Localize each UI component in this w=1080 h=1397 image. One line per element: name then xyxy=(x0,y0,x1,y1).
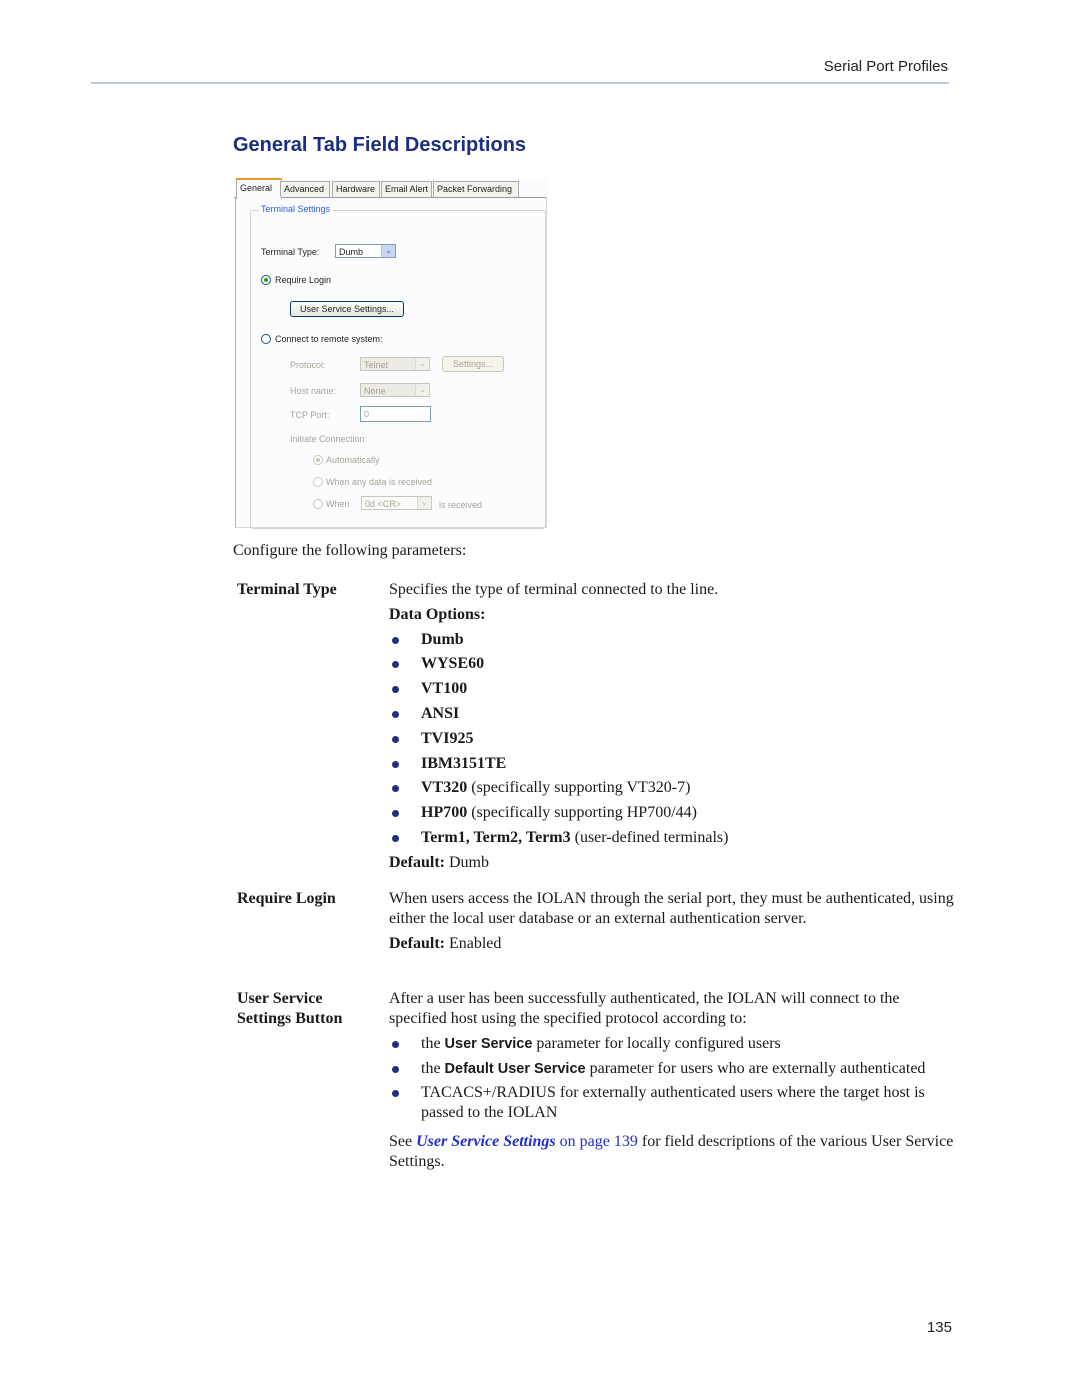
tab-pane: Terminal Settings Terminal Type: Dumb ⌄ … xyxy=(235,197,547,529)
list-item: VT100 xyxy=(389,679,954,699)
require-login-default: Default: Enabled xyxy=(389,934,502,952)
user-service-description: After a user has been successfully authe… xyxy=(389,989,954,1172)
user-service-list: the User Service parameter for locally c… xyxy=(389,1034,954,1124)
section-title: General Tab Field Descriptions xyxy=(233,134,527,156)
protocol-label: Protocol: xyxy=(290,360,326,370)
protocol-select[interactable]: Telnet ⌄ xyxy=(360,357,430,371)
list-item: Term1, Term2, Term3 (user-defined termin… xyxy=(389,828,954,848)
initiate-any-data-label: When any data is received xyxy=(326,477,433,487)
list-item: HP700 (specifically supporting HP700/44) xyxy=(389,803,954,823)
protocol-value: Telnet xyxy=(364,360,389,370)
when-char-value: 0d <CR> xyxy=(365,499,402,509)
connect-remote-label: Connect to remote system: xyxy=(275,334,383,344)
user-service-desc: After a user has been successfully authe… xyxy=(389,990,900,1027)
terminal-type-default: Default: Dumb xyxy=(389,853,489,871)
initiate-automatically-radio[interactable] xyxy=(313,455,323,465)
tab-general[interactable]: General xyxy=(236,178,282,199)
list-item: WYSE60 xyxy=(389,654,954,674)
terminal-type-desc: Specifies the type of terminal connected… xyxy=(389,581,719,598)
require-login-label: Require Login xyxy=(275,275,332,285)
tcp-port-input[interactable]: 0 xyxy=(360,406,431,422)
terminal-type-label: Terminal Type: xyxy=(261,247,320,257)
initiate-automatically-label: Automatically xyxy=(326,455,380,465)
connect-remote-radio[interactable] xyxy=(261,334,271,344)
is-received-label: is received xyxy=(439,500,483,510)
page-number: 135 xyxy=(926,1319,952,1336)
tab-advanced[interactable]: Advanced xyxy=(280,181,330,197)
list-item: Dumb xyxy=(389,630,954,650)
initiate-when-radio[interactable] xyxy=(313,499,323,509)
chevron-down-icon: ⌄ xyxy=(381,245,395,257)
list-item: TACACS+/RADIUS for externally authentica… xyxy=(389,1083,954,1123)
term-terminal-type: Terminal Type xyxy=(237,581,337,598)
initiate-when-label: When xyxy=(326,499,350,509)
term-user-service-settings-button: User Service Settings Button xyxy=(237,990,343,1027)
term-require-login: Require Login xyxy=(237,890,336,907)
chevron-down-icon: ⌄ xyxy=(415,358,429,370)
user-service-settings-link[interactable]: User Service Settings on page 139 xyxy=(416,1133,638,1150)
require-login-radio[interactable] xyxy=(261,275,271,285)
host-name-select[interactable]: None ⌄ xyxy=(360,383,430,397)
require-login-description: When users access the IOLAN through the … xyxy=(389,889,954,954)
require-login-desc: When users access the IOLAN through the … xyxy=(389,890,954,927)
list-item: VT320 (specifically supporting VT320-7) xyxy=(389,778,954,798)
terminal-type-select[interactable]: Dumb ⌄ xyxy=(335,244,396,258)
list-item: ANSI xyxy=(389,704,954,724)
tcp-port-label: TCP Port: xyxy=(290,410,330,420)
initiate-any-data-radio[interactable] xyxy=(313,477,323,487)
host-name-label: Host name: xyxy=(290,386,337,396)
running-head: Serial Port Profiles xyxy=(823,58,948,75)
chevron-down-icon: ⌄ xyxy=(415,384,429,396)
tab-email-alert[interactable]: Email Alert xyxy=(381,181,432,197)
terminal-type-description: Specifies the type of terminal connected… xyxy=(389,580,954,873)
protocol-settings-button[interactable]: Settings... xyxy=(442,356,504,372)
terminal-type-value: Dumb xyxy=(339,247,364,257)
host-name-value: None xyxy=(364,386,386,396)
list-item: IBM3151TE xyxy=(389,754,954,774)
terminal-options-list: Dumb WYSE60 VT100 ANSI TVI925 IBM3151TE … xyxy=(389,630,954,848)
see-also-text: See User Service Settings on page 139 fo… xyxy=(389,1133,954,1171)
tab-hardware[interactable]: Hardware xyxy=(332,181,380,197)
group-label: Terminal Settings xyxy=(259,204,333,214)
tab-bar: General Advanced Hardware Email Alert Pa… xyxy=(234,178,547,199)
dialog-screenshot: General Advanced Hardware Email Alert Pa… xyxy=(234,178,547,529)
list-item: the Default User Service parameter for u… xyxy=(389,1059,954,1079)
initiate-connection-label: Initiate Connection: xyxy=(290,434,368,444)
header-rule xyxy=(91,82,949,84)
chevron-down-icon: ⌄ xyxy=(417,497,431,509)
list-item: TVI925 xyxy=(389,729,954,749)
data-options-label: Data Options: xyxy=(389,605,486,623)
when-char-select[interactable]: 0d <CR> ⌄ xyxy=(361,496,432,510)
user-service-settings-button[interactable]: User Service Settings... xyxy=(290,301,404,317)
list-item: the User Service parameter for locally c… xyxy=(389,1034,954,1054)
intro-text: Configure the following parameters: xyxy=(233,542,467,559)
terminal-settings-group: Terminal Settings Terminal Type: Dumb ⌄ … xyxy=(250,204,546,529)
tab-packet-forwarding[interactable]: Packet Forwarding xyxy=(433,181,519,197)
